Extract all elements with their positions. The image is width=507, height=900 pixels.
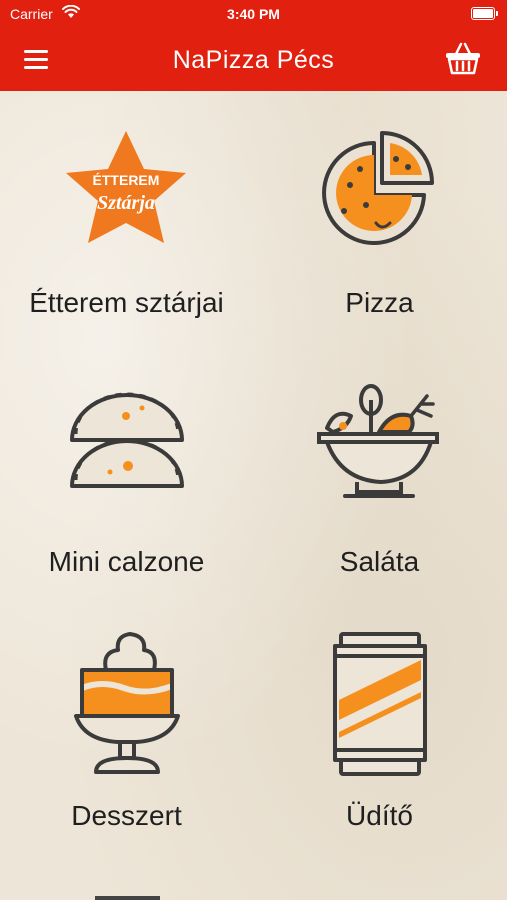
category-label: Mini calzone <box>48 546 205 577</box>
category-uditio[interactable]: Üdítő <box>253 600 506 855</box>
category-mini-calzone[interactable]: Mini calzone <box>0 346 253 601</box>
category-salata[interactable]: Saláta <box>253 346 506 601</box>
category-label: Saláta <box>339 546 420 577</box>
category-label: Üdítő <box>346 800 413 831</box>
page-title: NaPizza Pécs <box>172 46 335 74</box>
dessert-cup-icon <box>73 632 180 774</box>
top-bar: Carrier 3:40 PM NaPizza Pécs <box>0 0 507 91</box>
category-etterem-sztarjai[interactable]: ÉTTEREM Sztárja Étterem sztárjai <box>0 91 253 346</box>
svg-text:Sztárja: Sztárja <box>97 192 155 214</box>
category-label: Pizza <box>345 287 414 318</box>
status-bar: Carrier 3:40 PM <box>0 0 507 28</box>
battery-icon <box>471 7 498 20</box>
pizza-icon <box>321 131 434 245</box>
shopping-basket-icon[interactable] <box>444 40 482 76</box>
salad-bowl-icon <box>316 383 439 498</box>
nav-bar: NaPizza Pécs <box>0 28 507 91</box>
svg-text:ÉTTEREM: ÉTTEREM <box>92 172 159 188</box>
status-time: 3:40 PM <box>227 6 280 22</box>
category-desszert[interactable]: Desszert <box>0 600 253 855</box>
soda-can-icon <box>332 632 427 776</box>
category-label: Étterem sztárjai <box>29 287 224 318</box>
calzone-icon <box>69 392 184 488</box>
category-label: Desszert <box>71 800 182 831</box>
next-row-icon-partial <box>95 896 160 900</box>
star-badge-icon: ÉTTEREM Sztárja <box>65 131 186 243</box>
category-pizza[interactable]: Pizza <box>253 91 506 346</box>
